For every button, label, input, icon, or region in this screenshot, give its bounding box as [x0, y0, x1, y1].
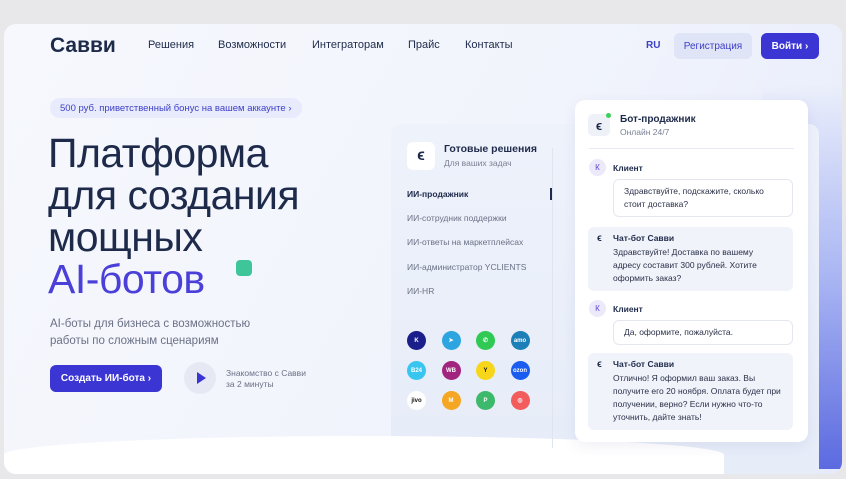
- subtitle-line: работы по сложным сценариям: [50, 335, 219, 347]
- register-button[interactable]: Регистрация: [674, 33, 752, 59]
- bot-message-text: Здравствуйте! Доставка по вашему адресу …: [613, 247, 757, 283]
- integration-whatsapp-icon[interactable]: ✆: [476, 331, 495, 350]
- divider: [552, 148, 553, 448]
- solution-item[interactable]: ИИ-администратор YCLIENTS: [407, 262, 526, 272]
- video-caption-line: за 2 минуты: [226, 379, 274, 389]
- online-dot: [606, 113, 611, 118]
- integration-jivo-icon[interactable]: jivo: [407, 391, 426, 410]
- subtitle-line: AI-боты для бизнеса с возможностью: [50, 318, 251, 330]
- integration-telegram-icon[interactable]: ➤: [441, 331, 461, 350]
- divider: [589, 148, 794, 149]
- client-message: Да, оформите, пожалуйста.: [613, 320, 793, 345]
- title-accent: AI-ботов: [48, 256, 205, 302]
- video-caption: Знакомство с Савви за 2 минуты: [226, 368, 306, 390]
- page: Савви Решения Возможности Интеграторам П…: [4, 24, 842, 474]
- integration-контур-icon[interactable]: K: [407, 331, 426, 350]
- client-avatar: К: [589, 300, 606, 317]
- play-icon: [197, 372, 206, 384]
- bot-message: ϵ Чат-бот Савви Отлично! Я оформил ваш зак…: [588, 353, 793, 430]
- bot-name: Чат-бот Савви: [613, 359, 675, 369]
- bot-icon: ϵ: [597, 233, 602, 244]
- play-video-button[interactable]: [184, 362, 216, 394]
- solution-item[interactable]: ИИ-продажник: [407, 189, 468, 199]
- bonus-badge[interactable]: 500 руб. приветственный бонус на вашем а…: [50, 98, 302, 118]
- client-name: Клиент: [613, 304, 643, 314]
- client-name: Клиент: [613, 163, 643, 173]
- title-line: для создания: [48, 172, 300, 218]
- solution-item[interactable]: ИИ-ответы на маркетплейсах: [407, 237, 523, 247]
- integration-wildberries-icon[interactable]: WB: [441, 361, 461, 380]
- solutions-title: Готовые решения: [444, 143, 537, 155]
- nav-integrators[interactable]: Интеграторам: [312, 39, 384, 51]
- hero-subtitle: AI-боты для бизнеса с возможностью работ…: [50, 316, 250, 350]
- title-line: Платформа: [48, 130, 268, 176]
- integration-ozon-icon[interactable]: ozon: [510, 361, 530, 380]
- language-switch[interactable]: RU: [646, 40, 660, 51]
- bot-message-text: Отлично! Я оформил ваш заказ. Вы получит…: [613, 373, 781, 422]
- nav-contacts[interactable]: Контакты: [465, 39, 513, 51]
- solutions-subtitle: Для ваших задач: [444, 158, 512, 168]
- title-line: мощных: [48, 214, 203, 260]
- login-button[interactable]: Войти ›: [761, 33, 819, 59]
- client-avatar: К: [589, 159, 606, 176]
- bot-message: ϵ Чат-бот Савви Здравствуйте! Доставка по …: [588, 227, 793, 291]
- integration-amocrm-icon[interactable]: amo: [510, 331, 530, 350]
- solution-item[interactable]: ИИ-сотрудник поддержки: [407, 213, 507, 223]
- bot-name: Чат-бот Савви: [613, 233, 675, 243]
- nav-pricing[interactable]: Прайс: [408, 39, 440, 51]
- client-message: Здравствуйте, подскажите, сколько стоит …: [613, 179, 793, 217]
- chatgpt-icon: [236, 260, 252, 276]
- chat-widget: ϵ Бот-продажник Онлайн 24/7 К Клиент Здр…: [575, 100, 808, 442]
- active-indicator: [550, 188, 552, 200]
- integration-bitrix-icon[interactable]: B24: [407, 361, 426, 380]
- integration-support-icon[interactable]: ◎: [510, 391, 530, 410]
- bot-avatar-icon: ϵ: [588, 113, 611, 136]
- chat-status: Онлайн 24/7: [620, 127, 670, 137]
- hero-title: Платформа для создания мощных AI-ботов: [48, 130, 300, 302]
- create-bot-button[interactable]: Создать ИИ-бота ›: [50, 365, 162, 392]
- integration-yandex-market-icon[interactable]: Y: [476, 361, 495, 380]
- savvi-logo-icon: ϵ: [407, 142, 435, 170]
- nav-features[interactable]: Возможности: [218, 39, 286, 51]
- chat-title: Бот-продажник: [620, 114, 696, 125]
- integration-маркет-icon[interactable]: M: [441, 391, 461, 410]
- solution-item[interactable]: ИИ-HR: [407, 286, 434, 296]
- video-caption-line: Знакомство с Савви: [226, 368, 306, 378]
- bot-icon: ϵ: [597, 359, 602, 370]
- integration-flag-icon[interactable]: P: [476, 391, 495, 410]
- logo[interactable]: Савви: [50, 34, 116, 58]
- nav-solutions[interactable]: Решения: [148, 39, 194, 51]
